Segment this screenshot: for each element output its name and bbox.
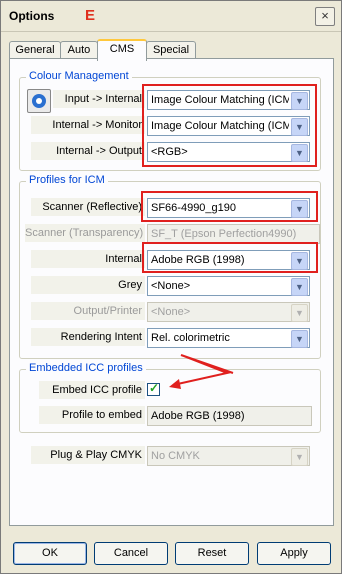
grey-select[interactable]: <None> ▼ <box>147 276 310 296</box>
chevron-down-icon: ▼ <box>291 200 308 218</box>
chevron-down-icon: ▼ <box>291 448 308 466</box>
apply-button[interactable]: Apply <box>257 542 331 565</box>
scanner-transparency-select: SF_T (Epson Perfection4990) <box>147 224 320 244</box>
annotation-arrow <box>169 354 234 389</box>
scanner-reflective-select[interactable]: SF66-4990_g190 ▼ <box>147 198 310 218</box>
chevron-down-icon: ▼ <box>291 92 308 110</box>
title-bar: Options E × <box>1 1 341 32</box>
chevron-down-icon: ▼ <box>291 118 308 136</box>
ok-button[interactable]: OK <box>13 542 87 565</box>
rendering-intent-label: Rendering Intent <box>31 328 145 346</box>
plug-play-label: Plug & Play CMYK <box>31 446 145 464</box>
chevron-down-icon: ▼ <box>291 252 308 270</box>
plug-play-select: No CMYK ▼ <box>147 446 310 466</box>
options-dialog: Options E × General Auto CMS Special Col… <box>0 0 342 574</box>
internal-profile-select[interactable]: Adobe RGB (1998) ▼ <box>147 250 310 270</box>
tab-special[interactable]: Special <box>146 41 196 59</box>
scanner-transparency-label: Scanner (Transparency) <box>25 224 145 242</box>
icm-settings-button[interactable] <box>27 89 51 113</box>
embedded-title: Embedded ICC profiles <box>26 362 146 374</box>
tab-general[interactable]: General <box>9 41 61 59</box>
grey-label: Grey <box>31 276 145 294</box>
output-printer-label: Output/Printer <box>31 302 145 320</box>
input-internal-select[interactable]: Image Colour Matching (ICM) ▼ <box>147 90 310 110</box>
chevron-down-icon: ▼ <box>291 278 308 296</box>
cancel-button[interactable]: Cancel <box>94 542 168 565</box>
tab-auto[interactable]: Auto <box>60 41 98 59</box>
rendering-intent-select[interactable]: Rel. colorimetric ▼ <box>147 328 310 348</box>
chevron-down-icon: ▼ <box>291 144 308 162</box>
arrow-path <box>172 354 234 386</box>
chevron-down-icon: ▼ <box>291 330 308 348</box>
close-icon: × <box>321 8 329 23</box>
internal-profile-label: Internal <box>31 250 145 268</box>
tab-cms[interactable]: CMS <box>97 39 147 61</box>
profile-to-embed-label: Profile to embed <box>39 406 145 424</box>
profile-to-embed-field: Adobe RGB (1998) <box>147 406 312 426</box>
internal-monitor-label: Internal -> Monitor <box>31 116 145 134</box>
internal-output-label: Internal -> Output <box>31 142 145 160</box>
embed-icc-label: Embed ICC profile <box>39 381 145 399</box>
chevron-down-icon: ▼ <box>291 304 308 322</box>
reset-button[interactable]: Reset <box>175 542 249 565</box>
profiles-title: Profiles for ICM <box>26 174 108 186</box>
arrow-head <box>169 379 181 389</box>
internal-output-select[interactable]: <RGB> ▼ <box>147 142 310 162</box>
internal-monitor-select[interactable]: Image Colour Matching (ICM) ▼ <box>147 116 310 136</box>
close-button[interactable]: × <box>315 7 335 26</box>
colour-management-title: Colour Management <box>26 70 132 82</box>
window-title: Options <box>9 9 55 23</box>
annotation-letter: E <box>85 7 96 24</box>
scanner-reflective-label: Scanner (Reflective) <box>31 198 145 216</box>
output-printer-select: <None> ▼ <box>147 302 310 322</box>
input-internal-label: Input -> Internal <box>53 90 145 108</box>
